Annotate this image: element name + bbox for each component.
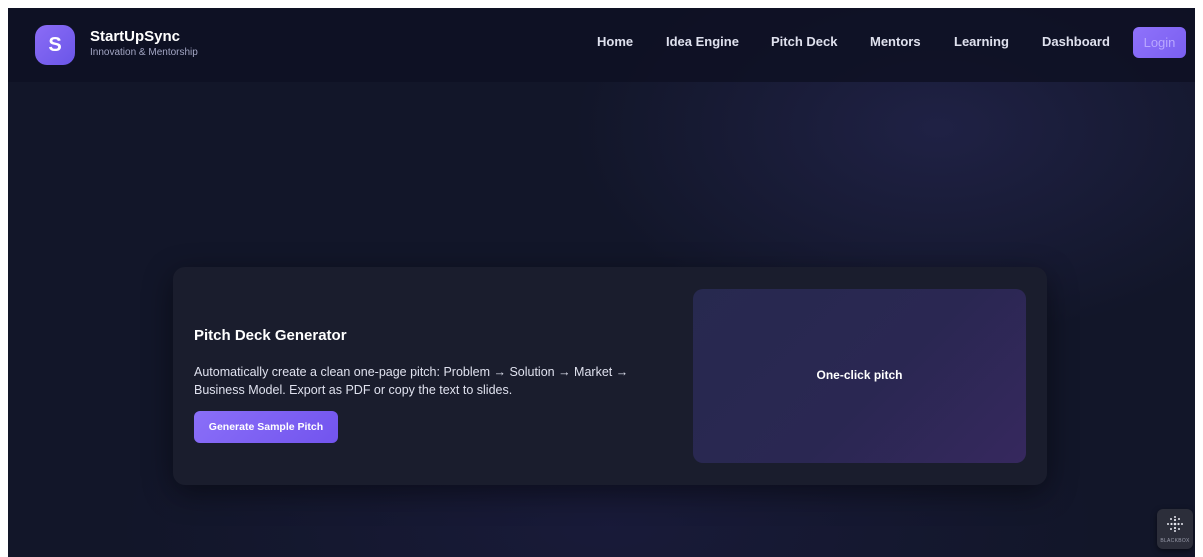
blackbox-widget-button[interactable]: BLACKBOX: [1157, 509, 1193, 549]
top-navbar: S StartUpSync Innovation & Mentorship Ho…: [8, 8, 1195, 82]
pitch-preview-panel: One-click pitch: [693, 289, 1026, 463]
nav-link-home[interactable]: Home: [597, 34, 633, 49]
app-frame: S StartUpSync Innovation & Mentorship Ho…: [8, 8, 1195, 557]
brand-name[interactable]: StartUpSync: [90, 28, 180, 45]
card-title: Pitch Deck Generator: [194, 327, 347, 344]
generate-sample-pitch-button[interactable]: Generate Sample Pitch: [194, 411, 338, 443]
pitch-deck-card: Pitch Deck Generator Automatically creat…: [173, 267, 1047, 485]
logo-badge[interactable]: S: [35, 25, 75, 65]
preview-label: One-click pitch: [816, 368, 903, 382]
nav-link-dashboard[interactable]: Dashboard: [1042, 34, 1110, 49]
nav-link-mentors[interactable]: Mentors: [870, 34, 921, 49]
widget-label: BLACKBOX: [1160, 538, 1190, 544]
nav-link-pitch-deck[interactable]: Pitch Deck: [771, 34, 837, 49]
nav-link-learning[interactable]: Learning: [954, 34, 1009, 49]
card-description: Automatically create a clean one-page pi…: [194, 365, 629, 397]
login-button[interactable]: Login: [1133, 27, 1186, 58]
brand-tagline: Innovation & Mentorship: [90, 47, 198, 58]
nav-link-idea-engine[interactable]: Idea Engine: [666, 34, 739, 49]
